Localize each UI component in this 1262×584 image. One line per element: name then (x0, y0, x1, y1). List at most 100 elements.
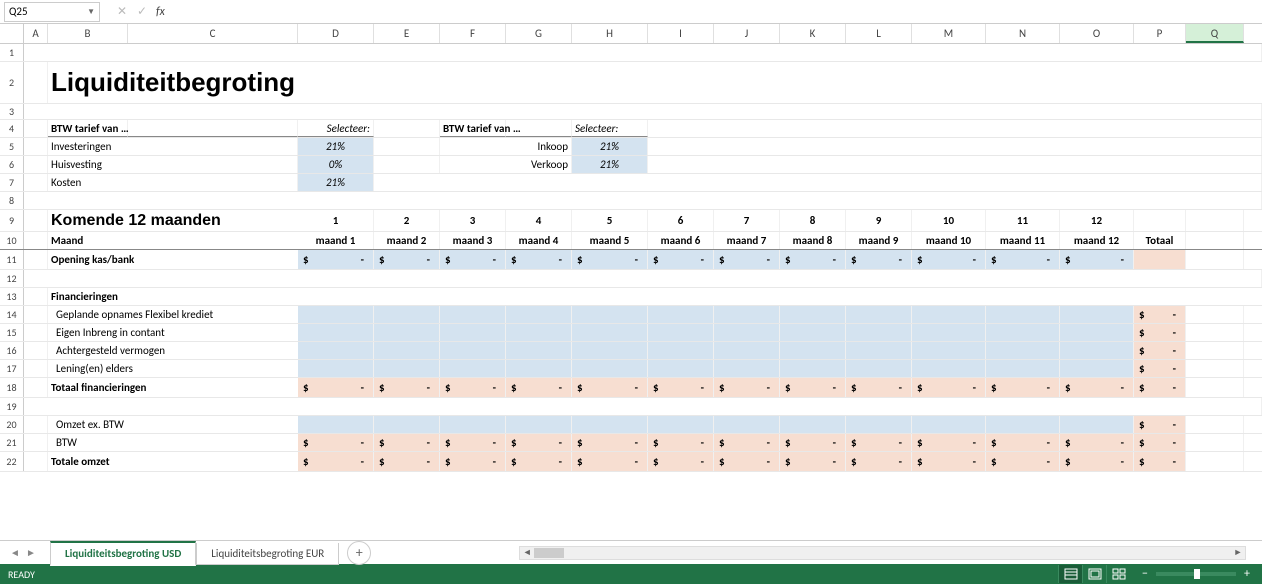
cell[interactable] (374, 174, 1262, 191)
cell[interactable] (374, 156, 440, 173)
money-cell[interactable]: $- (846, 434, 912, 451)
cell[interactable] (780, 342, 846, 359)
cell[interactable] (714, 306, 780, 323)
sheet-tab-usd[interactable]: Liquiditeitsbegroting USD (50, 541, 196, 566)
cell[interactable] (24, 378, 48, 397)
cell[interactable] (24, 62, 48, 103)
cell[interactable] (374, 324, 440, 341)
cell[interactable] (1060, 342, 1134, 359)
cell[interactable] (714, 342, 780, 359)
view-normal-icon[interactable] (1058, 565, 1082, 583)
horizontal-scrollbar[interactable]: ◄ ► (379, 546, 1246, 560)
cell[interactable] (1186, 306, 1244, 323)
money-cell[interactable]: $- (986, 250, 1060, 269)
cell[interactable] (128, 174, 298, 191)
money-cell[interactable]: $- (440, 434, 506, 451)
row-header[interactable]: 4 (0, 120, 24, 137)
btw-value-dropdown[interactable]: 21% (298, 174, 374, 191)
money-cell[interactable]: $- (298, 452, 374, 471)
add-sheet-button[interactable]: + (347, 541, 371, 565)
row-header[interactable]: 7 (0, 174, 24, 191)
view-pagebreak-icon[interactable] (1106, 565, 1130, 583)
cell[interactable] (1186, 342, 1244, 359)
money-cell[interactable]: $- (374, 378, 440, 397)
col-header-M[interactable]: M (912, 24, 986, 43)
name-box[interactable]: Q25 ▼ (4, 2, 100, 22)
money-cell[interactable]: $- (648, 378, 714, 397)
money-cell[interactable]: $- (298, 378, 374, 397)
cell[interactable] (506, 324, 572, 341)
money-cell[interactable]: $- (1060, 452, 1134, 471)
formula-input[interactable] (169, 2, 1258, 22)
col-header-K[interactable]: K (780, 24, 846, 43)
cell[interactable] (24, 156, 48, 173)
cell[interactable] (440, 156, 506, 173)
col-header-L[interactable]: L (846, 24, 912, 43)
cell[interactable] (1134, 250, 1186, 269)
btw-value-dropdown[interactable]: 21% (572, 156, 648, 173)
zoom-out-button[interactable]: − (1138, 567, 1152, 581)
cell[interactable] (374, 138, 440, 155)
col-header-E[interactable]: E (374, 24, 440, 43)
cell[interactable] (1060, 324, 1134, 341)
row-header[interactable]: 5 (0, 138, 24, 155)
row-header[interactable]: 2 (0, 62, 24, 103)
cell[interactable] (572, 342, 648, 359)
money-cell[interactable]: $- (846, 250, 912, 269)
cell[interactable] (24, 360, 48, 377)
row-header[interactable]: 6 (0, 156, 24, 173)
cell[interactable] (24, 452, 48, 471)
money-cell[interactable]: $- (506, 378, 572, 397)
select-all-corner[interactable] (0, 24, 24, 43)
sheet-tab-eur[interactable]: Liquiditeitsbegroting EUR (196, 543, 339, 565)
cell[interactable] (374, 360, 440, 377)
cell[interactable] (24, 398, 1262, 415)
money-cell[interactable]: $- (572, 434, 648, 451)
cell[interactable] (24, 342, 48, 359)
money-cell[interactable]: $- (846, 378, 912, 397)
row-header[interactable]: 14 (0, 306, 24, 323)
cell[interactable] (846, 306, 912, 323)
cell[interactable] (714, 324, 780, 341)
money-cell[interactable]: $- (780, 250, 846, 269)
cell[interactable] (1060, 360, 1134, 377)
row-header[interactable]: 18 (0, 378, 24, 397)
col-header-I[interactable]: I (648, 24, 714, 43)
cell[interactable] (912, 306, 986, 323)
cell[interactable] (846, 416, 912, 433)
cell[interactable] (648, 416, 714, 433)
cell[interactable] (648, 360, 714, 377)
col-header-D[interactable]: D (298, 24, 374, 43)
cell[interactable] (1060, 416, 1134, 433)
cell[interactable] (912, 360, 986, 377)
money-cell[interactable]: $- (912, 434, 986, 451)
cell[interactable] (24, 192, 1262, 209)
col-header-B[interactable]: B (48, 24, 128, 43)
row-header[interactable]: 17 (0, 360, 24, 377)
money-cell[interactable]: $- (780, 452, 846, 471)
money-cell[interactable]: $- (440, 452, 506, 471)
row-header[interactable]: 16 (0, 342, 24, 359)
money-cell[interactable]: $- (440, 378, 506, 397)
money-cell[interactable]: $- (374, 452, 440, 471)
zoom-in-button[interactable]: + (1240, 567, 1254, 581)
row-header[interactable]: 19 (0, 398, 24, 415)
cell[interactable] (572, 306, 648, 323)
cell[interactable] (298, 360, 374, 377)
btw-value-dropdown[interactable]: 0% (298, 156, 374, 173)
cell[interactable] (1186, 378, 1244, 397)
col-header-N[interactable]: N (986, 24, 1060, 43)
cell[interactable] (24, 138, 48, 155)
money-cell[interactable]: $- (1060, 378, 1134, 397)
cell[interactable] (1186, 232, 1244, 249)
col-header-H[interactable]: H (572, 24, 648, 43)
col-header-J[interactable]: J (714, 24, 780, 43)
cell[interactable] (780, 360, 846, 377)
cell[interactable] (298, 416, 374, 433)
cell[interactable] (648, 342, 714, 359)
money-cell[interactable]: $- (912, 250, 986, 269)
row-header[interactable]: 10 (0, 232, 24, 249)
cell[interactable] (440, 306, 506, 323)
cell[interactable] (1186, 210, 1244, 231)
btw-value-dropdown[interactable]: 21% (298, 138, 374, 155)
